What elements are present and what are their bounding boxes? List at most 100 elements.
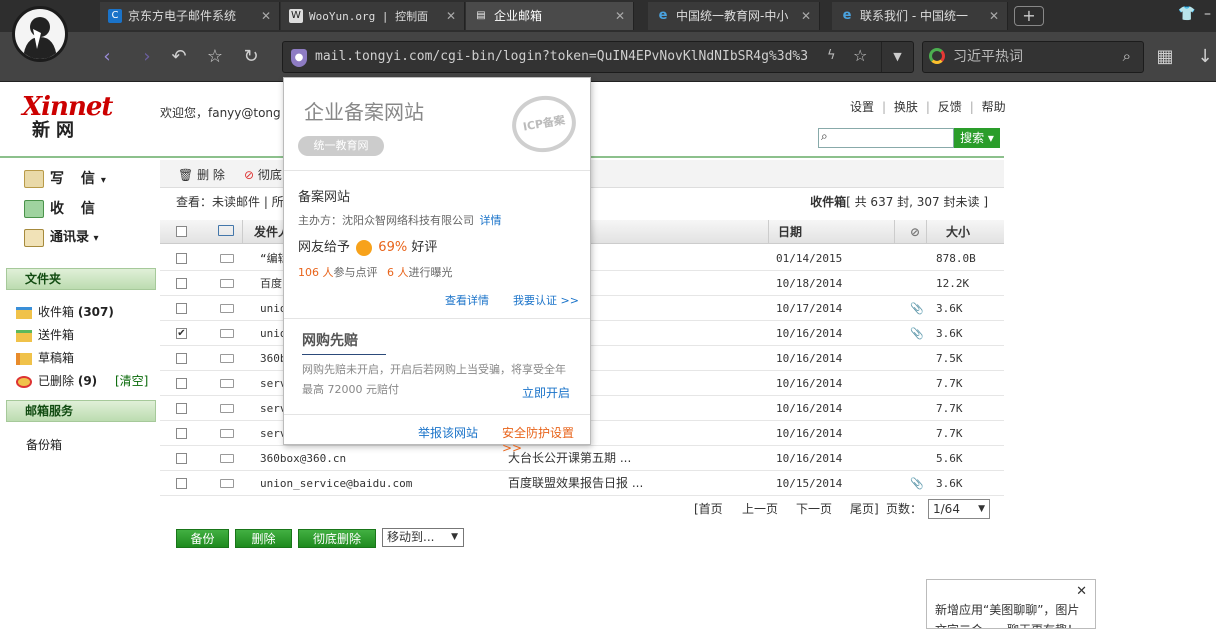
close-tab-icon[interactable]: ✕	[615, 2, 625, 30]
col-divider	[768, 220, 769, 244]
popup-divider	[284, 170, 590, 171]
tab-boe-mail[interactable]: C 京东方电子邮件系统 ✕	[100, 2, 280, 30]
tab-wooyun[interactable]: W WooYun.org | 控制面 ✕	[281, 2, 465, 30]
page-select[interactable]: 1/64 ▼	[928, 499, 990, 519]
search-icon[interactable]: ⌕	[1123, 47, 1131, 65]
size-column-header[interactable]: 大小	[946, 220, 970, 244]
close-tab-icon[interactable]: ✕	[989, 2, 999, 30]
back-icon[interactable]: ‹	[94, 44, 120, 70]
row-from: union_service@baidu.com	[260, 477, 413, 490]
settings-link[interactable]: 设置	[850, 100, 874, 114]
col-divider	[926, 220, 927, 244]
report-site-link[interactable]: 举报该网站	[418, 424, 478, 441]
row-subject[interactable]: 百度联盟效果报告日报 ...	[508, 471, 758, 496]
undo-icon[interactable]: ↶	[166, 44, 192, 70]
mail-search-button[interactable]: 搜索 ▾	[954, 128, 1000, 148]
row-checkbox[interactable]	[176, 478, 187, 489]
contacts-button[interactable]: 通讯录 ▾	[24, 226, 99, 247]
date-column-header[interactable]: 日期	[778, 220, 802, 244]
envelope-icon	[220, 429, 234, 438]
enable-now-link[interactable]: 立即开启	[522, 384, 570, 401]
compose-button[interactable]: 写 信▾	[24, 168, 106, 188]
close-tab-icon[interactable]: ✕	[801, 2, 811, 30]
clear-trash-link[interactable]: [清空]	[115, 374, 148, 388]
table-row[interactable]: union_service@baidu.com 百度联盟效果报告日报 ... 10/…	[160, 471, 1004, 496]
row-checkbox[interactable]	[176, 353, 187, 364]
tab-label: WooYun.org | 控制面	[309, 10, 429, 23]
attachment-column-icon[interactable]: ⊘	[910, 220, 920, 244]
xinnet-logo[interactable]: Xinnet 新网	[22, 94, 113, 144]
address-bar[interactable]: ● mail.tongyi.com/cgi-bin/login?token=Qu…	[282, 41, 914, 73]
row-checkbox[interactable]	[176, 403, 187, 414]
apps-grid-icon[interactable]: ▦	[1152, 44, 1178, 70]
view-details-link[interactable]: 查看详情	[445, 292, 489, 308]
forward-icon[interactable]: ›	[134, 44, 160, 70]
row-checkbox[interactable]	[176, 253, 187, 264]
folder-drafts[interactable]: 草稿箱	[16, 349, 74, 366]
help-link[interactable]: 帮助	[982, 100, 1006, 114]
contacts-label: 通讯录	[50, 230, 90, 245]
receive-button[interactable]: 收 信	[24, 198, 101, 218]
tab-contact-us[interactable]: e 联系我们 - 中国统一 ✕	[832, 2, 1008, 30]
folder-trash[interactable]: 已删除 (9) [清空]	[16, 372, 148, 389]
bottom-delete-button[interactable]: 删除	[235, 529, 292, 548]
row-checkbox[interactable]	[176, 278, 187, 289]
star-icon[interactable]: ☆	[202, 44, 228, 70]
row-checkbox[interactable]	[176, 303, 187, 314]
folder-inbox[interactable]: 收件箱 (307)	[16, 303, 114, 320]
select-all-checkbox[interactable]	[176, 226, 187, 237]
skin-link[interactable]: 换肤	[894, 100, 918, 114]
delete-button[interactable]: 🗑 删 除	[178, 166, 225, 183]
perm-delete-button[interactable]: ⊘ 彻底	[244, 166, 282, 183]
shield-icon[interactable]: ●	[291, 49, 307, 67]
url-text[interactable]: mail.tongyi.com/cgi-bin/login?token=QuIN…	[315, 42, 835, 72]
row-checkbox[interactable]	[176, 428, 187, 439]
row-date: 10/16/2014	[776, 402, 843, 415]
tab-tongyi-edu[interactable]: e 中国统一教育网-中小 ✕	[648, 2, 820, 30]
certify-link[interactable]: 我要认证 >>	[513, 292, 579, 308]
backup-button[interactable]: 备份	[176, 529, 229, 548]
details-link[interactable]: 详情	[480, 214, 502, 227]
search-suggestion[interactable]: 习近平热词	[953, 42, 1023, 72]
move-to-value: 移动到...	[387, 530, 435, 544]
feedback-link[interactable]: 反馈	[938, 100, 962, 114]
last-page-link[interactable]: 尾页]	[850, 494, 879, 524]
logo-bottom-text: 新网	[32, 120, 80, 141]
close-tab-icon[interactable]: ✕	[261, 2, 271, 30]
user-avatar[interactable]	[12, 6, 68, 62]
reload-icon[interactable]: ↻	[238, 44, 264, 70]
browser-search-box[interactable]: 习近平热词 ⌕	[922, 41, 1144, 73]
row-checkbox[interactable]: ✔	[176, 328, 187, 339]
next-page-link[interactable]: 下一页	[796, 494, 832, 524]
lightning-icon[interactable]: ϟ	[827, 48, 836, 63]
first-page-link[interactable]: [首页	[694, 494, 723, 524]
bookmark-star-icon[interactable]: ☆	[853, 46, 867, 65]
dropdown-icon[interactable]: ▼	[881, 42, 913, 72]
app-notification[interactable]: ✕ 新增应用“美图聊聊”，图片文字二合一，聊天更有趣！	[926, 579, 1096, 629]
bottom-perm-delete-button[interactable]: 彻底删除	[298, 529, 376, 548]
trash-forbidden-icon	[16, 375, 32, 388]
rating-percent: 69%	[378, 240, 408, 255]
drafts-icon	[16, 352, 32, 365]
new-tab-button[interactable]: +	[1014, 6, 1044, 26]
move-to-select[interactable]: 移动到... ▼	[382, 528, 464, 547]
receive-label: 收 信	[50, 201, 101, 217]
security-settings-link[interactable]: 安全防护设置>>	[502, 424, 590, 455]
prev-page-link[interactable]: 上一页	[742, 494, 778, 524]
row-checkbox[interactable]	[176, 453, 187, 464]
view-filter[interactable]: 查看：未读邮件 | 所	[176, 195, 284, 209]
shirt-icon[interactable]: 👕	[1178, 6, 1195, 22]
backup-box-link[interactable]: 备份箱	[26, 436, 62, 453]
row-checkbox[interactable]	[176, 378, 187, 389]
search-engine-icon[interactable]	[929, 48, 945, 64]
avatar-image	[23, 17, 57, 59]
tab-enterprise-mail[interactable]: ▤ 企业邮箱 ✕	[466, 2, 634, 30]
notification-text: 新增应用“美图聊聊”，图片文字二合一，聊天更有趣！	[935, 603, 1080, 628]
folder-sent[interactable]: 送件箱	[16, 326, 74, 343]
close-icon[interactable]: ✕	[1076, 582, 1087, 602]
minimize-icon[interactable]: –	[1204, 6, 1211, 22]
download-icon[interactable]: ↓	[1192, 44, 1216, 70]
sent-icon	[16, 329, 32, 342]
mail-search-input[interactable]: ⌕	[818, 128, 954, 148]
close-tab-icon[interactable]: ✕	[446, 2, 456, 30]
